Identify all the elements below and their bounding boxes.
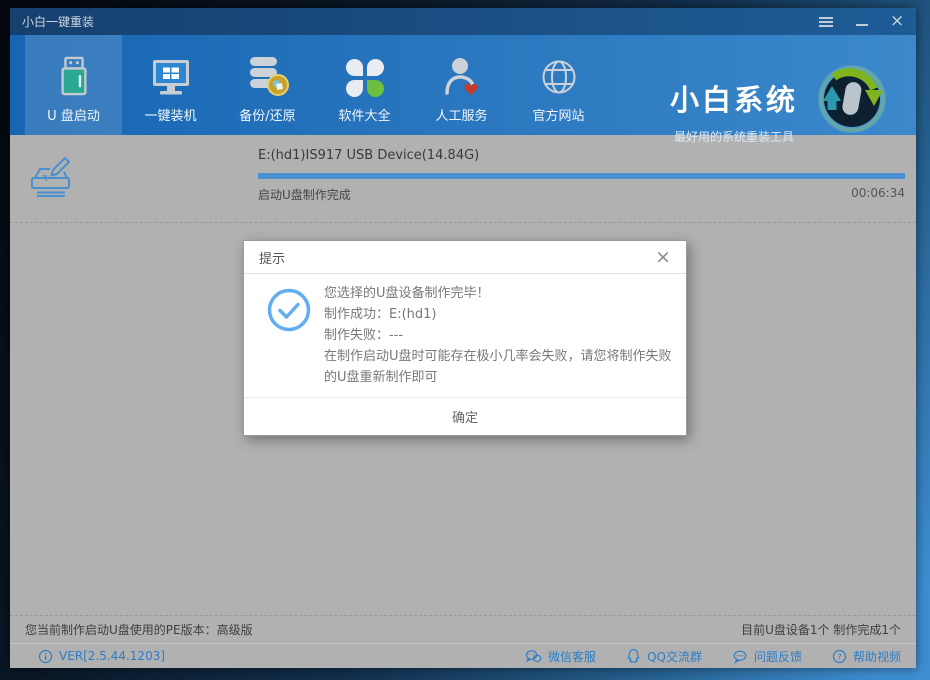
close-icon[interactable]: × xyxy=(890,12,904,29)
dialog-title: 提示 xyxy=(259,251,286,267)
nav-item-usb-boot[interactable]: U 盘启动 xyxy=(25,35,122,135)
link-label: QQ交流群 xyxy=(647,649,702,664)
main-content: 提示 × 您选择的U盘设备制作完毕！ 制作成功：E:(hd1) 制作失败：---… xyxy=(10,223,916,615)
link-label: 微信客服 xyxy=(548,649,597,664)
nav-item-label: 人工服务 xyxy=(435,109,488,124)
alert-dialog: 提示 × 您选择的U盘设备制作完毕！ 制作成功：E:(hd1) 制作失败：---… xyxy=(243,240,687,436)
nav-item-official-site[interactable]: 官方网站 xyxy=(510,35,607,135)
nav-item-label: 官方网站 xyxy=(532,109,585,124)
wechat-icon xyxy=(525,649,542,662)
elapsed-time: 00:06:34 xyxy=(851,186,905,200)
link-wechat-service[interactable]: 微信客服 xyxy=(525,648,596,665)
footer-links: 微信客服 QQ交流群 问题反馈 ? 帮助视频 xyxy=(525,648,901,665)
link-help-video[interactable]: ? 帮助视频 xyxy=(832,648,901,665)
globe-icon xyxy=(539,53,579,97)
progress-bar-fill xyxy=(258,173,905,179)
version-text: VER[2.5.44.1203] xyxy=(59,649,166,663)
nav-item-label: 软件大全 xyxy=(338,109,391,124)
nav-item-software[interactable]: 软件大全 xyxy=(316,35,413,135)
link-feedback[interactable]: 问题反馈 xyxy=(732,648,802,665)
minimize-icon[interactable] xyxy=(854,15,870,29)
dialog-header: 提示 × xyxy=(244,241,686,274)
feedback-bubble-icon xyxy=(733,650,747,664)
nav-bar: U 盘启动 一键装机 备份/还原 软件大全 人工服务 官方网站 小白系统 最好用… xyxy=(10,35,916,144)
usb-device-label: E:(hd1)IS917 USB Device(14.84G) xyxy=(258,148,480,163)
drive-write-icon xyxy=(26,151,74,205)
info-icon xyxy=(38,649,53,663)
dialog-line: 制作成功：E:(hd1) xyxy=(324,307,437,322)
app-window: 小白一键重装 × U 盘启动 一键装机 备份/还原 软件大全 人工服务 官方网站… xyxy=(10,8,916,668)
svg-text:?: ? xyxy=(837,651,841,661)
help-icon: ? xyxy=(832,649,847,663)
brand-name: 小白系统 xyxy=(669,83,798,117)
menu-icon[interactable] xyxy=(818,15,834,29)
dialog-line: 在制作启动U盘时可能存在极小几率会失败，请您将制作失败的U盘重新制作即可 xyxy=(324,349,672,385)
window-controls: × xyxy=(818,12,904,29)
pe-version-text: 您当前制作启动U盘使用的PE版本：高级版 xyxy=(25,623,253,637)
progress-status-text: 启动U盘制作完成 xyxy=(258,188,351,202)
monitor-windows-icon xyxy=(150,53,192,97)
clover-icon xyxy=(345,53,384,97)
refresh-arrows-logo xyxy=(814,61,890,141)
nav-item-label: 备份/还原 xyxy=(239,109,296,124)
dialog-close-icon[interactable]: × xyxy=(655,247,671,267)
bottom-bar: VER[2.5.44.1203] 微信客服 QQ交流群 问题反馈 ? 帮助视频 xyxy=(10,643,916,668)
ok-button[interactable]: 确定 xyxy=(418,402,512,431)
window-title: 小白一键重装 xyxy=(22,15,95,29)
nav-item-one-click-install[interactable]: 一键装机 xyxy=(122,35,219,135)
dialog-body: 您选择的U盘设备制作完毕！ 制作成功：E:(hd1) 制作失败：--- 在制作启… xyxy=(244,274,686,397)
link-label: 问题反馈 xyxy=(753,649,802,664)
nav-item-label: U 盘启动 xyxy=(47,109,100,124)
dialog-message: 您选择的U盘设备制作完毕！ 制作成功：E:(hd1) 制作失败：--- 在制作启… xyxy=(324,283,674,388)
nav-item-human-service[interactable]: 人工服务 xyxy=(413,35,510,135)
backup-disks-coin-icon xyxy=(247,53,289,97)
link-label: 帮助视频 xyxy=(852,649,901,664)
dialog-footer: 确定 xyxy=(244,397,686,435)
link-qq-group[interactable]: QQ交流群 xyxy=(626,648,702,665)
person-heart-icon xyxy=(442,53,482,97)
nav-item-label: 一键装机 xyxy=(144,109,197,124)
dialog-line: 您选择的U盘设备制作完毕！ xyxy=(324,286,490,301)
progress-bar xyxy=(258,173,905,179)
progress-section: E:(hd1)IS917 USB Device(14.84G) 启动U盘制作完成… xyxy=(10,135,916,223)
device-count-text: 目前U盘设备1个 制作完成1个 xyxy=(741,623,901,637)
nav-item-backup-restore[interactable]: 备份/还原 xyxy=(219,35,316,135)
status-bar: 您当前制作启动U盘使用的PE版本：高级版 目前U盘设备1个 制作完成1个 xyxy=(10,615,916,643)
usb-drive-icon xyxy=(55,53,93,97)
title-bar: 小白一键重装 × xyxy=(10,8,916,35)
version-info: VER[2.5.44.1203] xyxy=(38,649,165,664)
check-circle-icon xyxy=(267,288,311,336)
dialog-line: 制作失败：--- xyxy=(324,328,404,343)
qq-icon xyxy=(627,649,640,663)
